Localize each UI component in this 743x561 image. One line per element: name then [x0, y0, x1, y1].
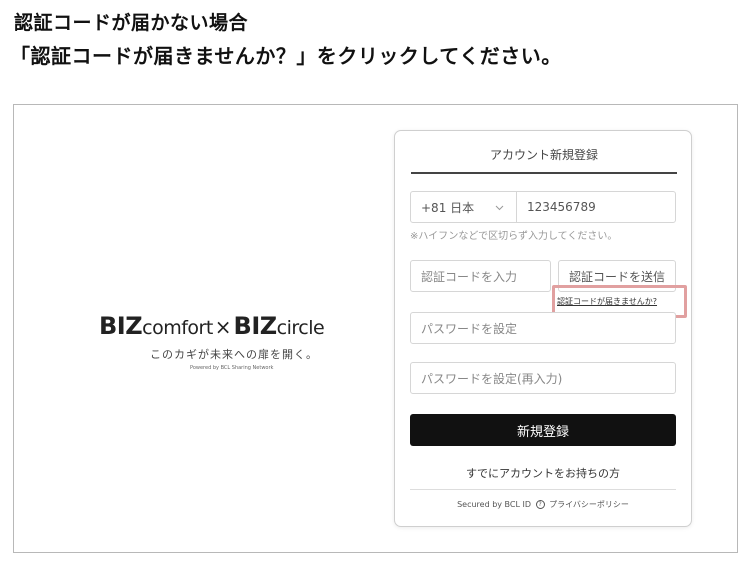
country-code-select[interactable]: +81 日本	[411, 192, 517, 222]
logo-times: ×	[214, 315, 232, 339]
country-code-value: +81 日本	[421, 200, 475, 215]
logo-circle: circle	[276, 317, 325, 339]
phone-hint: ※ハイフンなどで区切らず入力してください。	[410, 231, 618, 242]
brand-tagline: このカギが未来への扉を開く。	[150, 348, 318, 361]
password-input[interactable]: パスワードを設定	[410, 312, 676, 344]
have-account-link[interactable]: すでにアカウントをお持ちの方	[410, 465, 676, 481]
brand-logo: BIZcomfort ×BIZcircle	[99, 312, 375, 340]
logo-biz-1: BIZ	[99, 312, 143, 340]
question-circle-icon: ?	[535, 500, 545, 509]
phone-number-input[interactable]: 123456789	[517, 200, 596, 214]
code-not-received-link[interactable]: 認証コードが届きませんか?	[557, 296, 657, 307]
footer-divider	[410, 489, 676, 490]
phone-input-group: +81 日本 123456789	[410, 191, 676, 223]
instruction-heading-line1: 認証コードが届かない場合	[14, 12, 249, 34]
password-confirm-input[interactable]: パスワードを設定(再入力)	[410, 362, 676, 394]
register-button[interactable]: 新規登録	[410, 414, 676, 446]
signup-title: アカウント新規登録	[411, 146, 677, 174]
logo-comfort: comfort	[142, 317, 213, 339]
logo-biz-2: BIZ	[233, 312, 278, 340]
instruction-heading-line2: 「認証コードが届きませんか？」をクリックしてください。	[10, 44, 562, 68]
powered-by: Powered by BCL Sharing Network	[190, 365, 274, 371]
privacy-policy-link[interactable]: プライバシーポリシー	[549, 500, 629, 509]
card-footer: Secured by BCL ID ? プライバシーポリシー	[410, 499, 676, 510]
chevron-down-icon	[495, 200, 504, 214]
verification-code-input[interactable]: 認証コードを入力	[410, 260, 551, 292]
secured-by-text: Secured by BCL ID	[457, 500, 531, 509]
